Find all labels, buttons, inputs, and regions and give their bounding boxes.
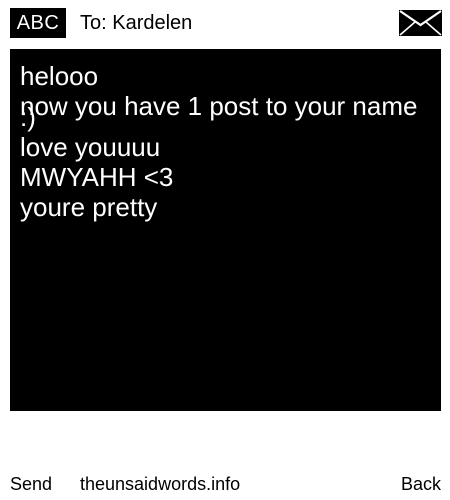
recipient-label: To: Kardelen: [80, 12, 193, 34]
message-line: love youuuu: [20, 132, 161, 162]
input-mode-indicator: ABC: [10, 8, 66, 38]
back-button[interactable]: Back: [401, 472, 441, 496]
message-line: helooo: [20, 61, 99, 91]
message-line: youre pretty: [20, 192, 158, 222]
envelope-icon: [399, 10, 442, 36]
send-button[interactable]: Send: [10, 472, 52, 496]
message-line: MWYAHH <3: [20, 162, 174, 192]
message-body[interactable]: helooo now you have 1 post to your name …: [10, 49, 441, 411]
message-line: now you have 1 post to your name: [20, 91, 418, 121]
site-link[interactable]: theunsaidwords.info: [80, 472, 240, 496]
